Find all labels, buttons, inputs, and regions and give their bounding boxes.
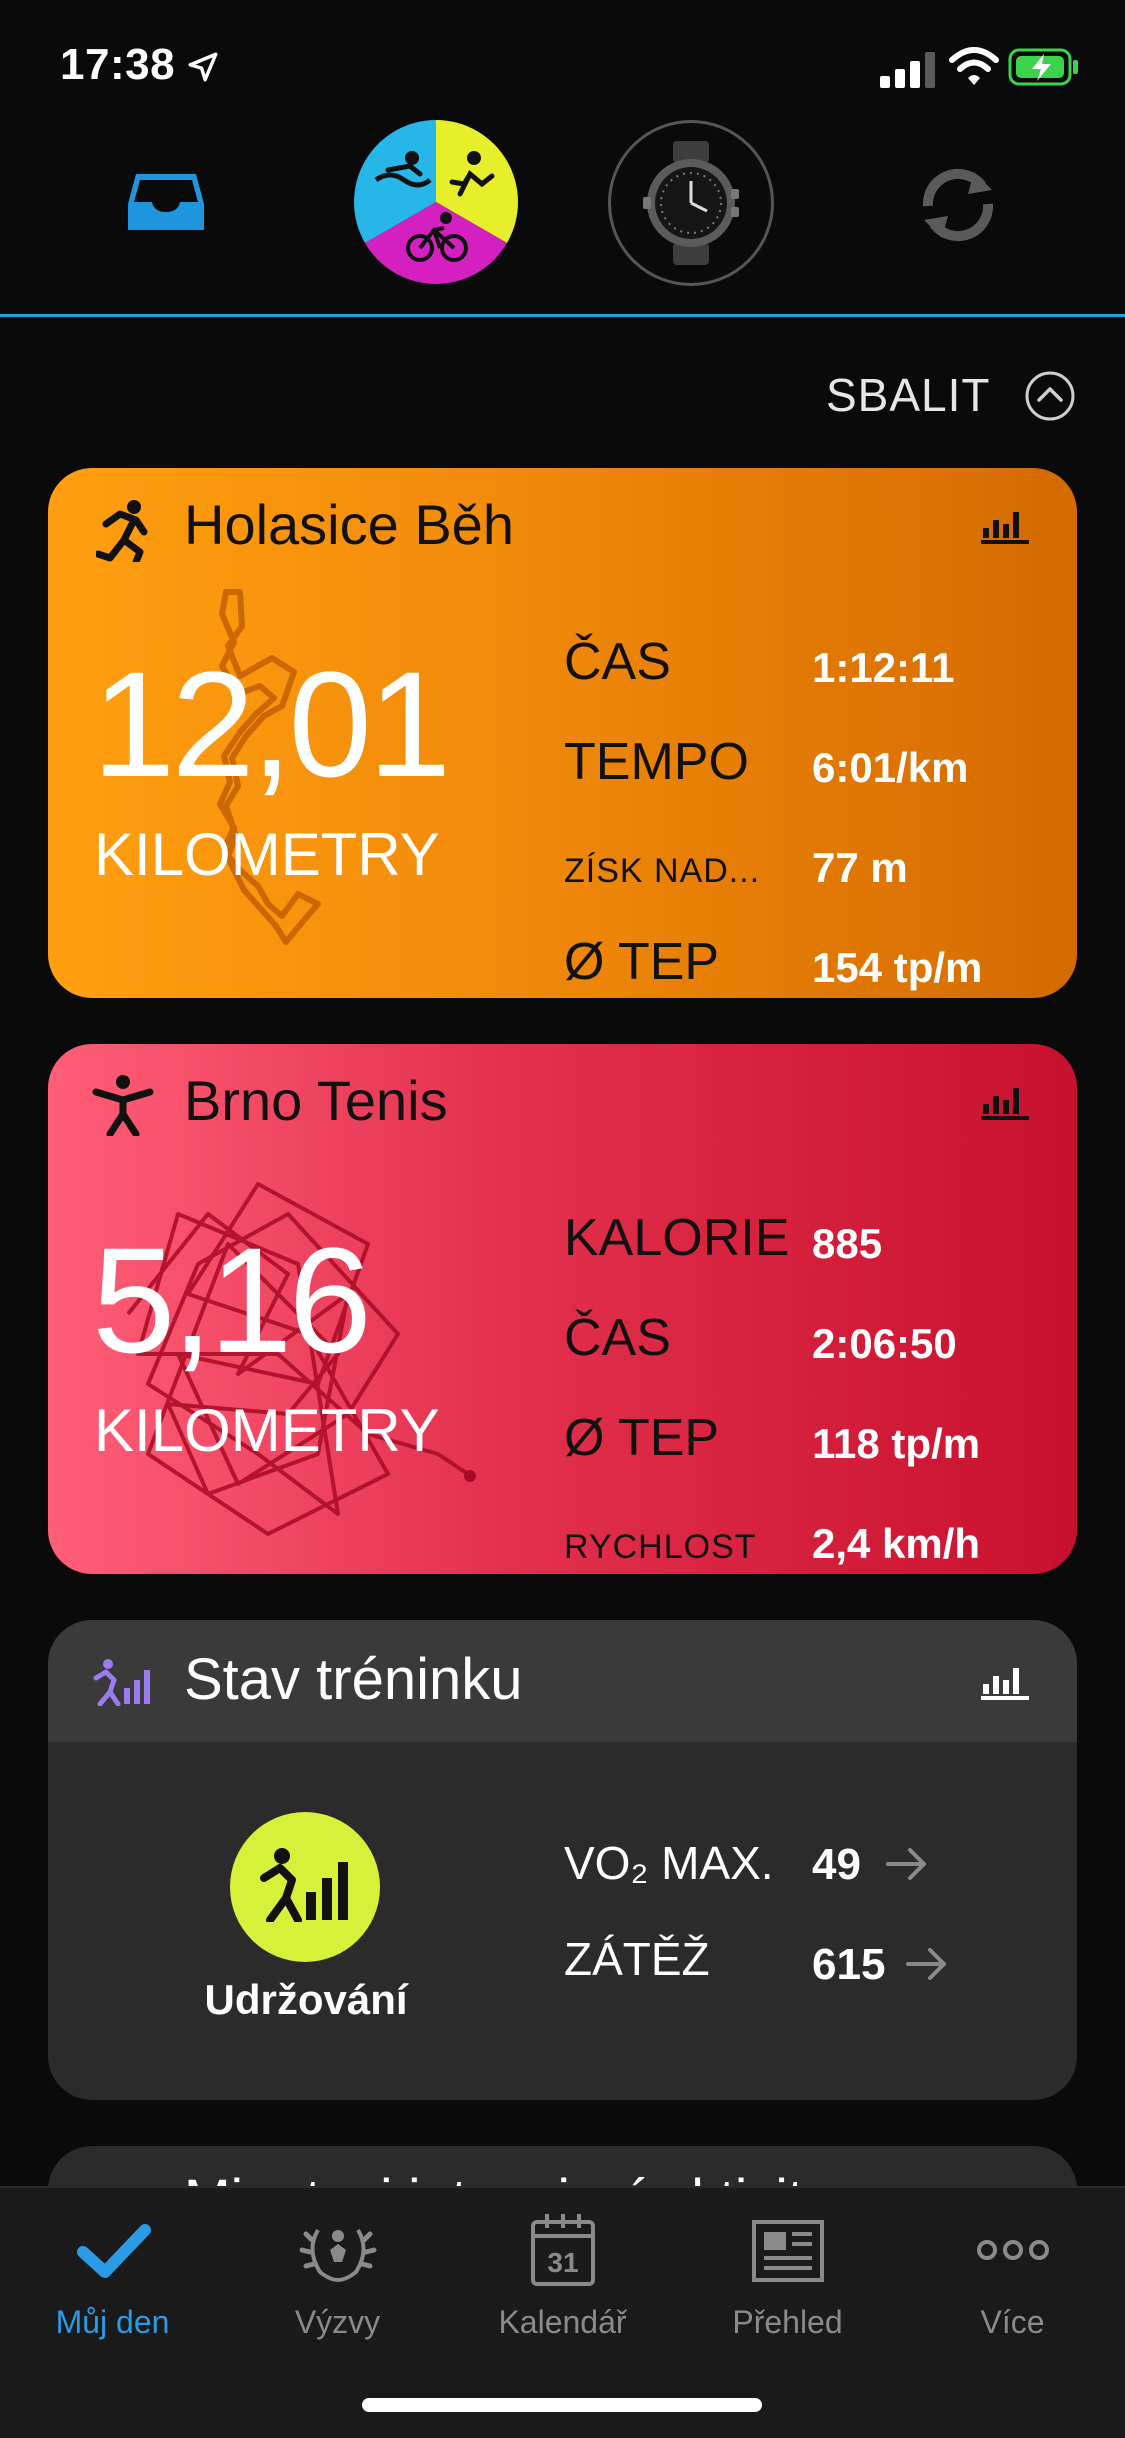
stat-label: TEMPO — [564, 733, 749, 791]
stat-label: ČAS — [564, 1309, 671, 1367]
tab-more[interactable]: Více — [900, 2210, 1125, 2341]
stats-chart-icon[interactable] — [981, 1664, 1029, 1700]
training-title: Stav tréninku — [184, 1647, 523, 1712]
stat-label: ZÁTĚŽ — [564, 1933, 710, 1985]
stat-label: VO₂ MAX. — [564, 1837, 774, 1889]
battery-charging-icon — [1008, 48, 1078, 86]
stat-value: 154 tp/m — [812, 944, 983, 991]
stat-value: 2:06:50 — [812, 1320, 957, 1367]
training-status-card[interactable]: Stav tréninku VO₂ MAX. 49 ZÁTĚŽ 615 — [48, 1620, 1077, 2100]
newspaper-icon — [751, 2220, 824, 2282]
inbox-icon[interactable] — [126, 170, 206, 234]
tab-label: Výzvy — [294, 2304, 381, 2340]
stat-value: 885 — [812, 1220, 883, 1267]
training-status-badge — [230, 1812, 380, 1962]
stat-value: 1:12:11 — [812, 644, 955, 691]
distance-unit: KILOMETRY — [94, 821, 440, 888]
stat-value: 6:01/km — [812, 744, 969, 791]
stats-chart-icon[interactable] — [981, 1084, 1029, 1120]
activity-card-run[interactable]: Holasice Běh 12,01 KILOMETRY ČAS 1:12:11… — [48, 468, 1077, 998]
activity-title: Holasice Běh — [184, 493, 514, 556]
activity-card-tennis[interactable]: Brno Tenis 5,16 KILOMETRY KALORIE 885 ČA… — [48, 1044, 1077, 1574]
stat-label: ČAS — [564, 633, 671, 691]
status-time: 17:38 — [60, 40, 176, 89]
training-status-text: Udržování — [204, 1976, 408, 2023]
stat-value[interactable]: 49 — [812, 1840, 861, 1890]
running-icon — [96, 500, 148, 562]
tennis-person-icon — [92, 1075, 154, 1136]
tab-challenges[interactable]: Výzvy — [225, 2210, 450, 2341]
tab-overview[interactable]: Přehled — [675, 2210, 900, 2341]
stat-value: 118 tp/m — [812, 1420, 981, 1467]
stats-chart-icon[interactable] — [981, 508, 1029, 544]
distance-unit: KILOMETRY — [94, 1397, 440, 1464]
more-icon — [976, 2240, 1049, 2260]
sync-icon[interactable] — [916, 168, 1000, 242]
tab-calendar[interactable]: 31 Kalendář — [450, 2210, 675, 2341]
header-separator — [0, 314, 1125, 317]
collapse-label[interactable]: SBALIT — [826, 368, 991, 422]
watch-device-button[interactable] — [608, 120, 774, 286]
training-status-icon — [93, 1659, 150, 1706]
tab-label: Můj den — [55, 2304, 170, 2340]
calendar-icon: 31 — [530, 2214, 595, 2286]
tab-label: Více — [980, 2304, 1045, 2340]
laurel-icon — [299, 2228, 376, 2283]
distance-value: 5,16 — [92, 1216, 372, 1384]
stat-value[interactable]: 615 — [812, 1940, 885, 1990]
calendar-day-number: 31 — [547, 2247, 578, 2278]
home-indicator[interactable] — [362, 2398, 762, 2412]
tab-label: Přehled — [732, 2304, 843, 2340]
checkmark-icon — [76, 2224, 151, 2278]
stat-label: Ø TEP — [564, 933, 720, 991]
arrow-right-icon[interactable] — [886, 1846, 930, 1882]
stat-value: 2,4 km/h — [812, 1520, 981, 1567]
smartwatch-icon — [643, 141, 739, 265]
triathlon-icon[interactable] — [352, 118, 520, 286]
stat-label: ZÍSK NAD... — [564, 852, 761, 890]
stat-label: Ø TEP — [564, 1409, 720, 1467]
distance-value: 12,01 — [92, 640, 451, 808]
stat-value: 77 m — [812, 844, 908, 891]
training-status-icon — [260, 1848, 348, 1922]
tab-label: Kalendář — [498, 2304, 627, 2340]
activity-title: Brno Tenis — [184, 1069, 448, 1132]
tab-my-day[interactable]: Můj den — [0, 2210, 225, 2341]
stat-label: KALORIE — [564, 1209, 790, 1267]
location-arrow-icon — [188, 52, 218, 82]
wifi-icon — [949, 47, 999, 85]
stat-label: RYCHLOST — [564, 1528, 757, 1566]
chevron-up-icon[interactable] — [1024, 370, 1076, 422]
cellular-signal-icon — [880, 52, 935, 88]
arrow-right-icon[interactable] — [906, 1946, 950, 1982]
